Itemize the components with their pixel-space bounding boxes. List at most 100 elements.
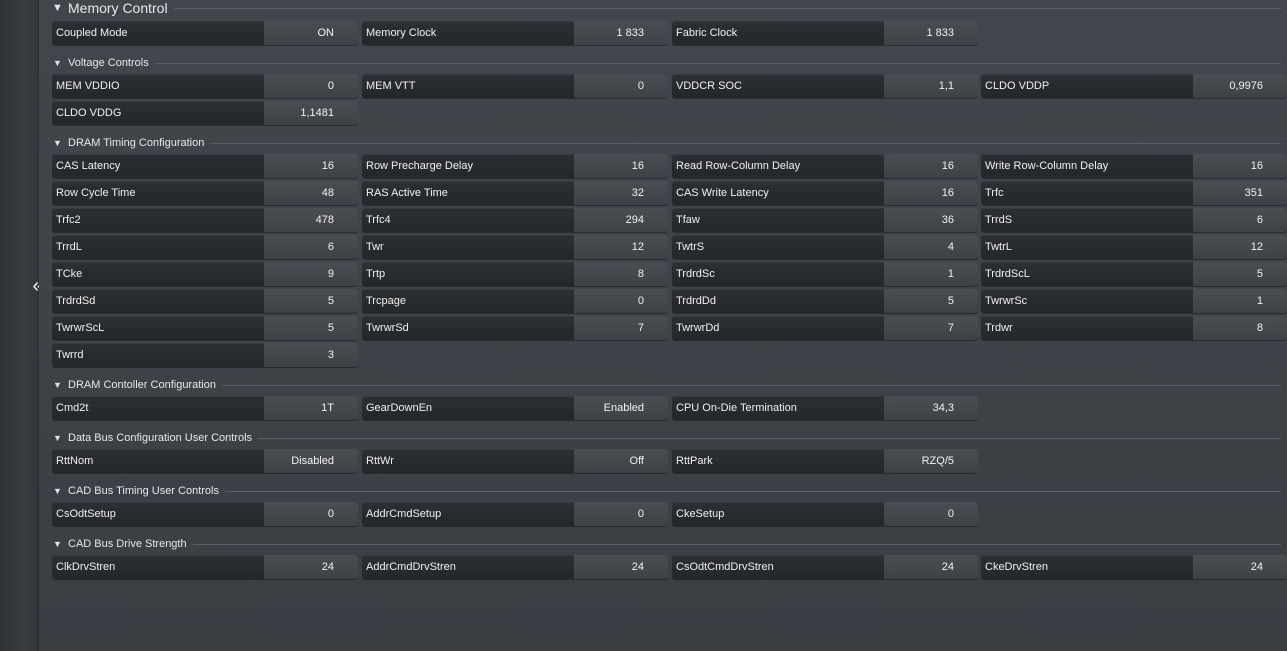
setting-field: Twrrd 3: [52, 343, 358, 367]
section-title: DRAM Timing Configuration: [68, 137, 205, 149]
setting-label: Fabric Clock: [676, 27, 738, 39]
setting-value[interactable]: 6: [1193, 208, 1287, 232]
setting-value[interactable]: 1: [1193, 289, 1287, 313]
setting-label: MEM VTT: [366, 80, 416, 92]
section-divider: [221, 384, 1281, 386]
section-header[interactable]: ▼ DRAM Timing Configuration: [52, 136, 1281, 150]
setting-value[interactable]: 16: [1193, 154, 1287, 178]
setting-field: MEM VTT 0: [362, 74, 668, 98]
setting-label: CLDO VDDP: [985, 80, 1050, 92]
setting-label: TwrwrSd: [366, 322, 409, 334]
section-header[interactable]: ▼ CAD Bus Timing User Controls: [52, 484, 1281, 498]
chevron-down-icon[interactable]: ▼: [52, 539, 63, 550]
setting-label: TwtrS: [676, 241, 705, 253]
setting-value[interactable]: 5: [884, 289, 978, 313]
setting-field: AddrCmdDrvStren 24: [362, 555, 668, 579]
setting-value[interactable]: 3: [264, 343, 358, 367]
setting-value[interactable]: 4: [884, 235, 978, 259]
setting-field: CLDO VDDG 1,1481: [52, 101, 358, 125]
setting-field: Trfc 351: [981, 181, 1287, 205]
setting-value[interactable]: 24: [1193, 555, 1287, 579]
chevron-down-icon[interactable]: ▼: [52, 433, 63, 444]
setting-value[interactable]: Off: [574, 449, 668, 473]
setting-label: Row Precharge Delay: [366, 160, 473, 172]
setting-value[interactable]: 36: [884, 208, 978, 232]
setting-value[interactable]: 16: [884, 181, 978, 205]
chevron-down-icon[interactable]: ▼: [52, 58, 63, 69]
setting-value[interactable]: 12: [574, 235, 668, 259]
setting-label: AddrCmdDrvStren: [366, 561, 456, 573]
setting-field: Trdwr 8: [981, 316, 1287, 340]
setting-label: TrrdS: [985, 214, 1013, 226]
setting-field: Tfaw 36: [672, 208, 978, 232]
setting-value[interactable]: 478: [264, 208, 358, 232]
setting-label: Coupled Mode: [56, 27, 128, 39]
setting-value[interactable]: 351: [1193, 181, 1287, 205]
chevron-down-icon[interactable]: ▼: [52, 486, 63, 497]
chevron-down-icon[interactable]: ▼: [52, 138, 63, 149]
setting-label: CAS Latency: [56, 160, 121, 172]
setting-value[interactable]: 6: [264, 235, 358, 259]
chevron-down-icon[interactable]: ▼: [52, 2, 63, 14]
setting-value[interactable]: 32: [574, 181, 668, 205]
section-header[interactable]: ▼ Memory Control: [52, 0, 1281, 16]
setting-value[interactable]: 0,9976: [1193, 74, 1287, 98]
section-title: Memory Control: [68, 0, 168, 16]
setting-label: Twr: [366, 241, 384, 253]
setting-value[interactable]: 5: [264, 289, 358, 313]
setting-value[interactable]: 0: [264, 502, 358, 526]
left-panel: [0, 0, 39, 651]
setting-value[interactable]: 8: [1193, 316, 1287, 340]
setting-value[interactable]: 294: [574, 208, 668, 232]
section-header[interactable]: ▼ Data Bus Configuration User Controls: [52, 431, 1281, 445]
setting-value[interactable]: 5: [1193, 262, 1287, 286]
chevron-down-icon[interactable]: ▼: [52, 380, 63, 391]
setting-value[interactable]: 16: [264, 154, 358, 178]
section-title: Data Bus Configuration User Controls: [68, 432, 253, 444]
setting-value[interactable]: Enabled: [574, 396, 668, 420]
setting-value[interactable]: 1 833: [574, 21, 668, 45]
setting-field: VDDCR SOC 1,1: [672, 74, 978, 98]
setting-value[interactable]: 7: [574, 316, 668, 340]
setting-field: GearDownEn Enabled: [362, 396, 668, 420]
setting-value[interactable]: RZQ/5: [884, 449, 978, 473]
setting-value[interactable]: 1,1: [884, 74, 978, 98]
setting-label: TwrwrDd: [676, 322, 720, 334]
setting-value[interactable]: 1T: [264, 396, 358, 420]
setting-field: Trfc2 478: [52, 208, 358, 232]
setting-value[interactable]: 34,3: [884, 396, 978, 420]
setting-value[interactable]: 0: [884, 502, 978, 526]
setting-value[interactable]: ON: [264, 21, 358, 45]
section-header[interactable]: ▼ DRAM Contoller Configuration: [52, 378, 1281, 392]
section-divider: [258, 437, 1281, 439]
section-header[interactable]: ▼ Voltage Controls: [52, 56, 1281, 70]
setting-label: Trfc2: [56, 214, 81, 226]
setting-label: Cmd2t: [56, 402, 89, 414]
setting-field: Row Cycle Time 48: [52, 181, 358, 205]
setting-label: CLDO VDDG: [56, 107, 122, 119]
section-title: Voltage Controls: [68, 57, 149, 69]
setting-value[interactable]: 9: [264, 262, 358, 286]
setting-value[interactable]: 16: [884, 154, 978, 178]
setting-value[interactable]: 1 833: [884, 21, 978, 45]
setting-value[interactable]: 0: [574, 74, 668, 98]
setting-value[interactable]: 0: [574, 502, 668, 526]
setting-value[interactable]: Disabled: [264, 449, 358, 473]
section-header[interactable]: ▼ CAD Bus Drive Strength: [52, 537, 1281, 551]
setting-value[interactable]: 24: [574, 555, 668, 579]
setting-value[interactable]: 0: [574, 289, 668, 313]
setting-value[interactable]: 24: [264, 555, 358, 579]
setting-value[interactable]: 8: [574, 262, 668, 286]
setting-value[interactable]: 0: [264, 74, 358, 98]
setting-value[interactable]: 1,1481: [264, 101, 358, 125]
setting-value[interactable]: 16: [574, 154, 668, 178]
setting-value[interactable]: 48: [264, 181, 358, 205]
setting-value[interactable]: 24: [884, 555, 978, 579]
setting-label: Trtp: [366, 268, 386, 280]
setting-field: Write Row-Column Delay 16: [981, 154, 1287, 178]
setting-label: RttWr: [366, 455, 394, 467]
setting-value[interactable]: 1: [884, 262, 978, 286]
setting-value[interactable]: 12: [1193, 235, 1287, 259]
setting-value[interactable]: 7: [884, 316, 978, 340]
setting-value[interactable]: 5: [264, 316, 358, 340]
